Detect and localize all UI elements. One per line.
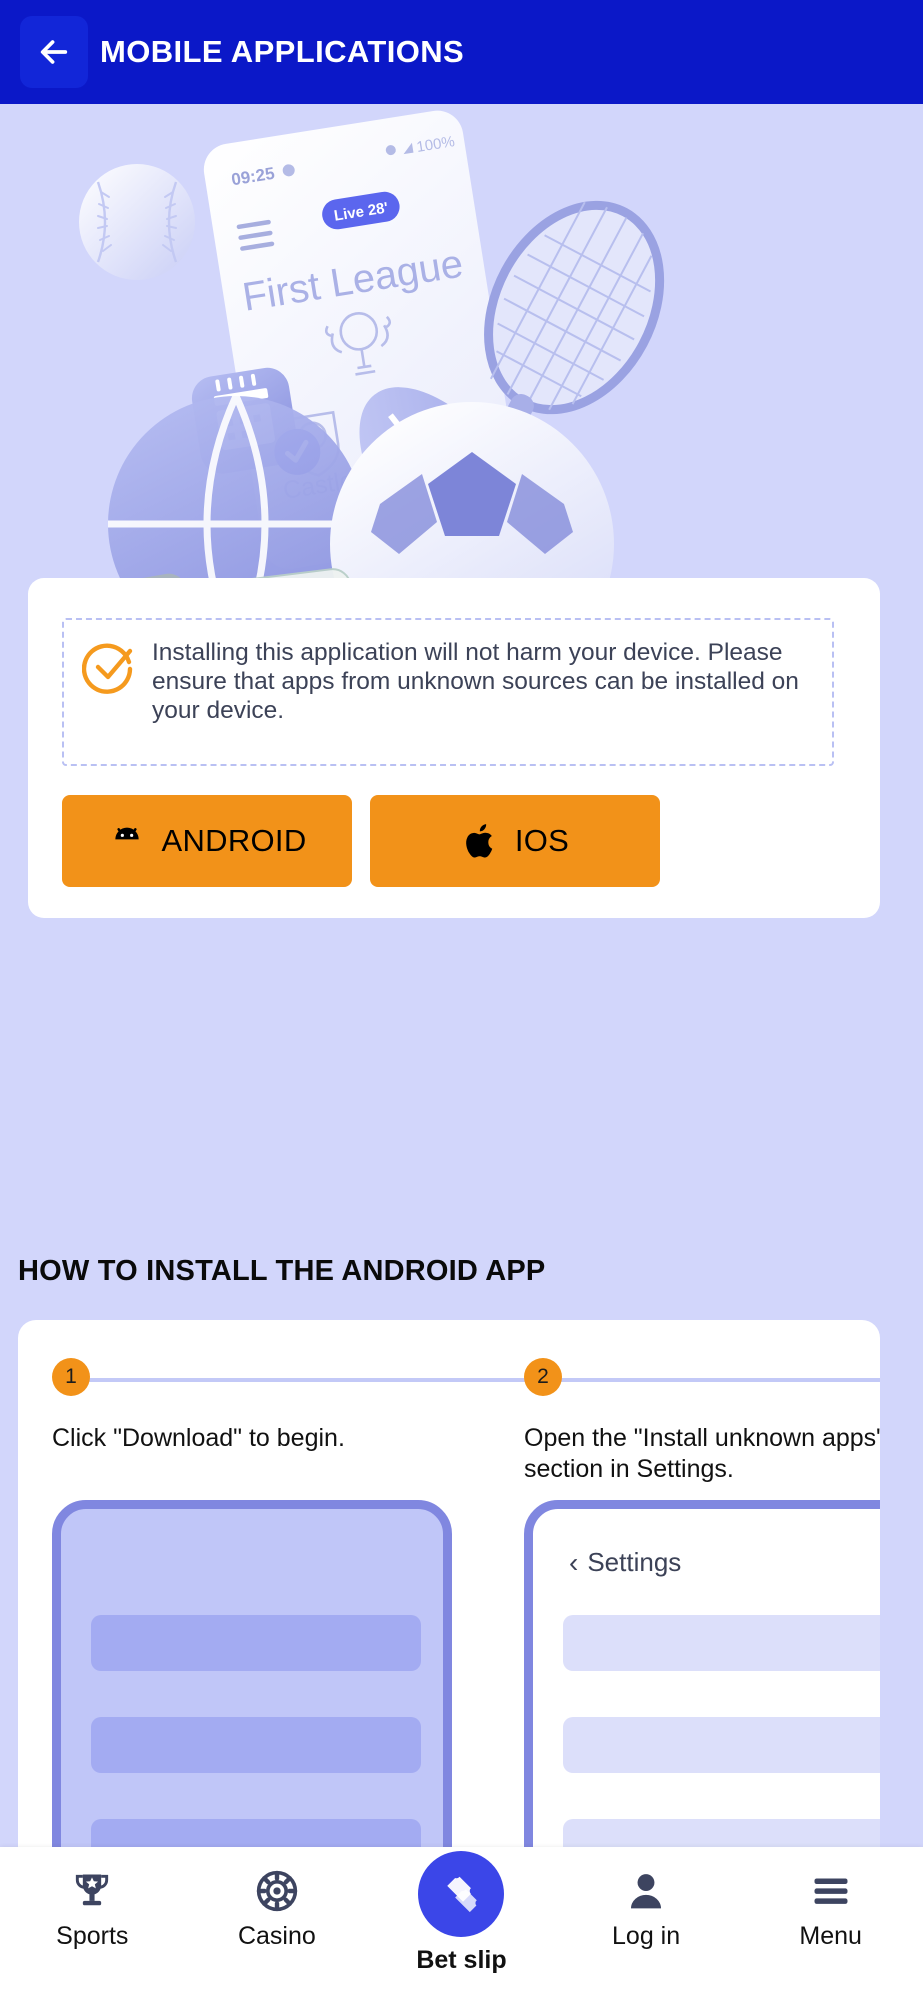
arrow-left-icon <box>40 40 68 64</box>
nav-item-casino[interactable]: Casino <box>185 1869 370 1951</box>
install-notice: Installing this application will not har… <box>62 618 834 766</box>
install-steps-card: 1 Click "Download" to begin. 2 Open the … <box>18 1320 880 1880</box>
chevron-left-icon: ‹ <box>569 1546 579 1578</box>
sports-illustration: 09:25 100% Live 28' First League <box>0 104 923 624</box>
user-icon <box>631 1874 662 1909</box>
step-2-text: Open the "Install unknown apps" section … <box>524 1424 880 1483</box>
mockup-placeholder-bar <box>91 1615 421 1671</box>
hero-illustration: 09:25 100% Live 28' First League <box>0 104 923 624</box>
step-2-number: 2 <box>524 1358 562 1396</box>
page-header: MOBILE APPLICATIONS <box>0 0 923 104</box>
bet-slip-fab[interactable] <box>418 1851 505 1937</box>
bottom-navigation: Sports Casino Bet slip Log in Menu <box>0 1847 923 1999</box>
nav-label-sports: Sports <box>56 1922 129 1950</box>
download-ios-button[interactable]: IOS <box>370 795 660 887</box>
mockup-placeholder-bar <box>91 1717 421 1773</box>
step-1-phone-mockup <box>52 1500 452 1880</box>
bet-slip-icon <box>447 1876 478 1913</box>
download-android-label: ANDROID <box>161 823 307 858</box>
nav-item-log-in[interactable]: Log in <box>554 1869 739 1951</box>
nav-label-casino: Casino <box>237 1922 316 1950</box>
hamburger-icon <box>814 1878 848 1904</box>
nav-item-menu[interactable]: Menu <box>738 1869 923 1951</box>
apple-icon <box>465 824 493 858</box>
mockup-placeholder-bar <box>563 1615 880 1671</box>
download-android-button[interactable]: ANDROID <box>62 795 352 887</box>
nav-label-menu: Menu <box>799 1922 862 1950</box>
android-icon <box>115 827 140 840</box>
step-2-phone-mockup: ‹ Settings <box>524 1500 880 1880</box>
download-card: Installing this application will not har… <box>28 578 880 918</box>
casino-chip-icon <box>256 1870 298 1912</box>
nav-label-bet-slip: Bet slip <box>416 1946 507 1974</box>
mockup-settings-label: Settings <box>587 1547 682 1577</box>
check-circle-icon <box>82 643 133 694</box>
nav-item-sports[interactable]: Sports <box>0 1869 185 1951</box>
step-1-number: 1 <box>52 1358 90 1396</box>
nav-item-bet-slip[interactable]: Bet slip <box>369 1851 554 1975</box>
nav-label-log-in: Log in <box>612 1922 681 1950</box>
install-step-1: 1 Click "Download" to begin. <box>52 1358 522 1454</box>
mobile-applications-page: MOBILE APPLICATIONS 09:25 100% Live 28' … <box>0 0 923 1999</box>
page-title: MOBILE APPLICATIONS <box>100 34 465 69</box>
back-button[interactable] <box>20 16 88 88</box>
mockup-placeholder-bar <box>563 1717 880 1773</box>
install-notice-text: Installing this application will not har… <box>152 639 799 724</box>
mockup-settings-header: ‹ Settings <box>569 1547 681 1578</box>
trophy-icon <box>76 1874 109 1906</box>
step-1-text: Click "Download" to begin. <box>52 1424 345 1452</box>
install-step-2: 2 Open the "Install unknown apps" sectio… <box>524 1358 880 1485</box>
download-ios-label: IOS <box>514 823 570 858</box>
download-buttons: ANDROID IOS <box>62 795 846 887</box>
baseball-illustration <box>79 164 195 280</box>
install-section-heading: HOW TO INSTALL THE ANDROID APP <box>18 1255 546 1287</box>
